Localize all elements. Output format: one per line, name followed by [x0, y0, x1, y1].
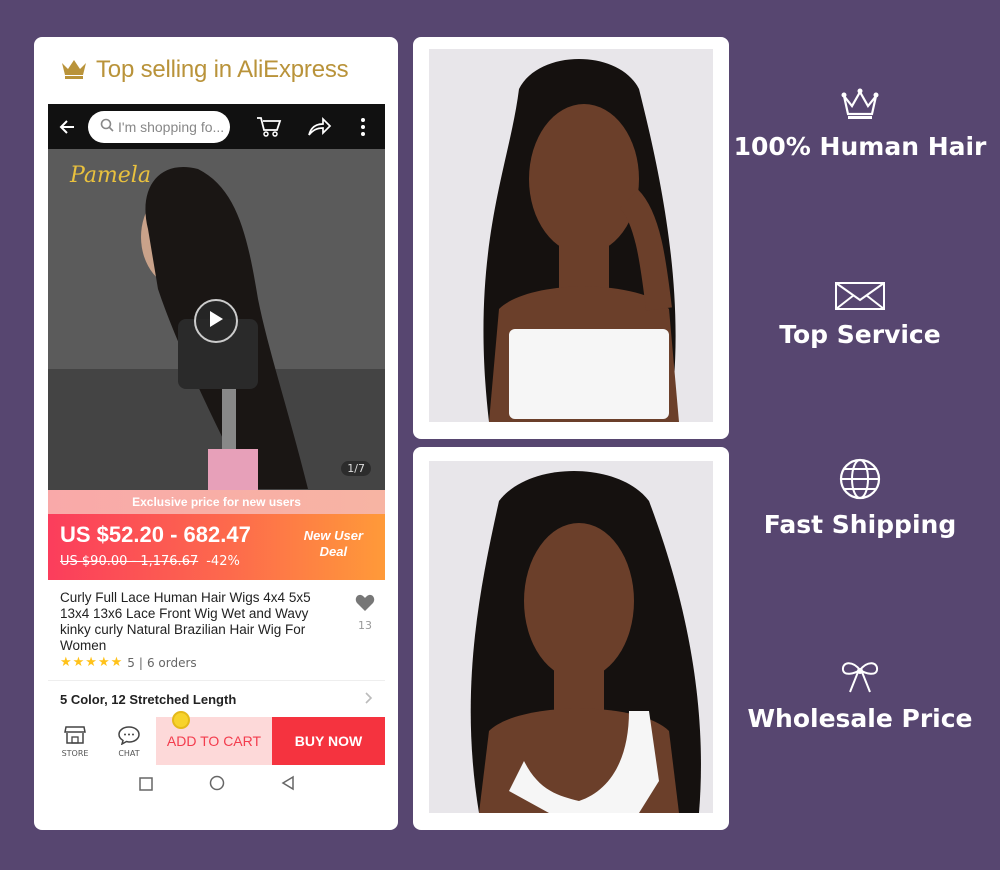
cart-icon[interactable] — [256, 116, 282, 138]
product-title: Curly Full Lace Human Hair Wigs 4x4 5x5 … — [60, 590, 311, 653]
rating-stars: ★★★★★ — [60, 655, 124, 670]
rating-separator: | — [138, 655, 143, 670]
store-icon — [64, 725, 86, 747]
feature-label: 100% Human Hair — [733, 132, 987, 161]
deal-line-1: New User — [303, 528, 363, 543]
feature-label: Fast Shipping — [763, 510, 957, 539]
feature-wholesale-price: Wholesale Price — [740, 660, 980, 733]
feature-top-service: Top Service — [740, 282, 980, 349]
sku-summary: 5 Color, 12 Stretched Length — [60, 691, 237, 707]
chat-label: CHAT — [118, 748, 140, 758]
product-image[interactable]: Pamela 1/7 — [48, 149, 385, 490]
product-info: Curly Full Lace Human Hair Wigs 4x4 5x5 … — [48, 580, 385, 680]
store-label: STORE — [61, 748, 89, 758]
envelope-icon — [835, 282, 885, 314]
wishlist-count: 13 — [358, 619, 372, 632]
heading-title: Top selling in AliExpress — [96, 56, 349, 83]
rating-value: 5 — [127, 655, 135, 670]
touch-indicator — [172, 711, 190, 729]
old-price: US $90.00 - 1,176.67 — [60, 554, 199, 569]
globe-icon — [839, 458, 881, 504]
feature-fast-shipping: Fast Shipping — [740, 458, 980, 539]
model-photo-card-2 — [413, 447, 729, 830]
discount-badge: -42% — [206, 554, 240, 569]
buy-now-label: BUY NOW — [294, 733, 363, 749]
android-nav-bar — [48, 765, 385, 805]
share-icon[interactable] — [306, 116, 332, 138]
promo-banner: Exclusive price for new users — [48, 490, 385, 514]
add-to-cart-button[interactable]: ADD TO CART — [156, 711, 272, 765]
orders-count: 6 orders — [146, 655, 197, 670]
play-video-button[interactable] — [194, 299, 238, 343]
feature-label: Wholesale Price — [747, 704, 973, 733]
heart-icon — [355, 594, 375, 615]
add-to-cart-label: ADD TO CART — [166, 733, 262, 749]
model-photo-2 — [429, 461, 713, 813]
home-icon[interactable] — [209, 775, 225, 795]
buy-now-button[interactable]: BUY NOW — [272, 717, 385, 765]
feature-human-hair: 100% Human Hair — [734, 88, 986, 161]
bow-icon — [840, 660, 880, 698]
wishlist-button[interactable]: 13 — [355, 594, 375, 632]
search-input[interactable]: I'm shopping fo... — [88, 110, 230, 143]
new-user-deal-badge: New User Deal — [304, 528, 363, 560]
brand-watermark: Pamela — [70, 163, 151, 188]
chat-button[interactable]: CHAT — [102, 717, 156, 765]
recent-apps-icon[interactable] — [138, 776, 153, 795]
feature-label: Top Service — [779, 320, 941, 349]
sku-selector[interactable]: 5 Color, 12 Stretched Length — [48, 681, 385, 717]
deal-line-2: Deal — [319, 544, 348, 559]
action-bar: STORE CHAT ADD TO CART BUY NOW — [48, 711, 385, 765]
store-button[interactable]: STORE — [48, 717, 102, 765]
top-selling-heading: Top selling in AliExpress — [60, 56, 349, 84]
back-icon[interactable] — [281, 775, 295, 795]
back-arrow-icon[interactable] — [58, 117, 78, 137]
more-menu-icon[interactable] — [360, 117, 366, 137]
search-icon — [100, 118, 114, 135]
model-photo-card-1 — [413, 37, 729, 439]
play-icon — [208, 310, 224, 332]
crown-icon — [840, 88, 880, 126]
current-price: US $52.20 - 682.47 — [60, 522, 251, 547]
image-counter: 1/7 — [341, 461, 371, 476]
crown-icon — [60, 57, 88, 83]
rating-row: ★★★★★ 5 | 6 orders — [60, 655, 197, 670]
old-price-row: US $90.00 - 1,176.67 -42% — [60, 554, 240, 569]
model-photo-1 — [429, 49, 713, 422]
search-placeholder: I'm shopping fo... — [118, 118, 225, 135]
price-panel: US $52.20 - 682.47 US $90.00 - 1,176.67 … — [48, 514, 385, 580]
chevron-right-icon — [365, 691, 373, 707]
chat-icon — [118, 725, 140, 747]
app-top-bar: I'm shopping fo... — [48, 104, 385, 149]
app-screen: I'm shopping fo... Pamela 1/7 Exclusive … — [48, 104, 385, 805]
